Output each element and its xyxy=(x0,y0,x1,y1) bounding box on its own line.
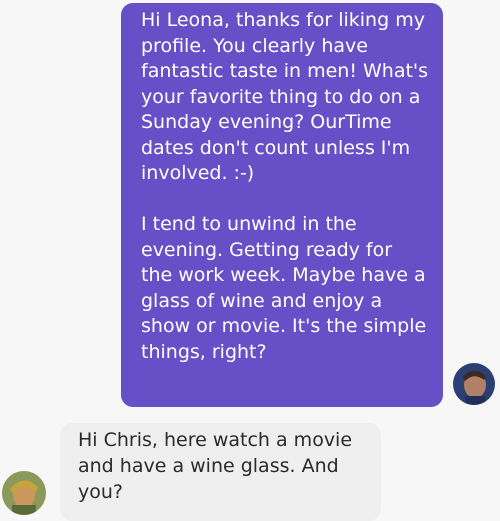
sent-message-paragraph: I tend to unwind in the evening. Getting… xyxy=(141,213,427,363)
received-message-bubble: Hi Chris, here watch a movie and have a … xyxy=(60,423,381,521)
sent-message-paragraph: Hi Leona, thanks for liking my profile. … xyxy=(141,9,429,184)
chat-conversation: Hi Leona, thanks for liking my profile. … xyxy=(0,0,500,521)
recipient-avatar[interactable] xyxy=(2,471,46,515)
avatar-photo-icon xyxy=(453,363,495,405)
sent-message-bubble: Hi Leona, thanks for liking my profile. … xyxy=(121,3,443,407)
received-message-text: Hi Chris, here watch a movie and have a … xyxy=(78,429,353,503)
avatar-photo-icon xyxy=(2,471,46,515)
sender-avatar[interactable] xyxy=(453,363,495,405)
